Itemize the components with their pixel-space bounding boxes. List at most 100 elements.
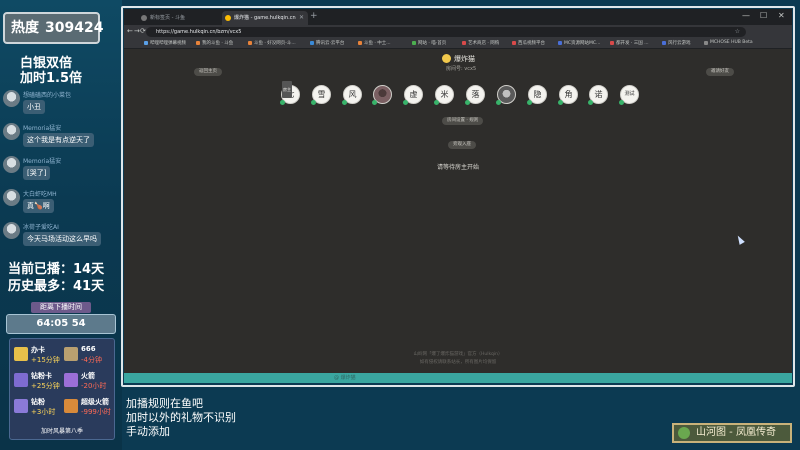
favicon-icon — [141, 15, 147, 21]
invite-friends-button[interactable]: 邀请好友 — [706, 68, 734, 76]
player-seat[interactable]: 隐 — [527, 85, 547, 105]
rules-line-3: 手动添加 — [126, 425, 170, 438]
gift-name: 钻粉 — [31, 398, 45, 406]
forward-icon[interactable]: → — [134, 27, 140, 35]
gift-name: 火箭 — [81, 372, 95, 380]
player-name: 测试 — [624, 91, 635, 97]
super-rocket-icon — [64, 399, 78, 413]
chat-text: 今天马场活动这么早吗 — [23, 232, 101, 246]
bookmark-item[interactable]: 斗鱼 · 中土... — [358, 40, 391, 46]
bookmark-item[interactable]: 斗鱼 · 好没网页-斗... — [248, 40, 296, 46]
mouse-cursor-icon — [735, 234, 745, 245]
online-status-icon — [403, 100, 408, 105]
rocket-icon — [64, 373, 78, 387]
diamond-card-icon — [14, 373, 28, 387]
chat-message: Memoria猛安 这个我是有点逆天了 — [3, 123, 121, 153]
player-seat[interactable]: 风 — [342, 85, 362, 105]
url-input[interactable]: https://game.hulkqin.cn/bzm/vcx5 ☆ — [146, 27, 746, 37]
bookmarks-bar: 哔哩哔哩弹幕视频 我的斗鱼 · 斗鱼 斗鱼 · 好没网页-斗... 腾讯云·云平台 斗鱼… — [124, 39, 792, 49]
gift-item: 钻粉 +3小时 — [14, 397, 64, 419]
cat-logo-icon — [442, 54, 451, 63]
online-status-icon — [619, 100, 624, 105]
bookmark-item[interactable]: MC资源网站MC... — [558, 40, 600, 46]
back-home-button[interactable]: 返回主页 — [194, 68, 222, 76]
player-seat[interactable] — [496, 85, 516, 105]
gift-value: +25分钟 — [31, 382, 60, 390]
player-seat[interactable] — [372, 85, 392, 105]
reload-icon[interactable]: ⟳ — [140, 27, 146, 35]
chat-message: 想磕磕西的小菜包 小丑 — [3, 90, 121, 120]
gift-item: 钻粉卡 +25分钟 — [14, 371, 64, 393]
bookmark-item[interactable]: 风行云游戏 — [662, 40, 691, 46]
music-icon — [678, 427, 690, 439]
player-seat[interactable]: 七房主 — [280, 81, 300, 105]
player-seat[interactable]: 虚 — [403, 85, 423, 105]
gift-value: -20小时 — [81, 382, 107, 390]
player-seat[interactable]: 雪 — [311, 85, 331, 105]
chat-text: 真🍗啊 — [23, 199, 54, 213]
close-tab-icon[interactable]: ✕ — [299, 11, 304, 25]
online-status-icon — [588, 100, 593, 105]
host-badge: 房主 — [282, 81, 292, 98]
footer-line-1: 山岭网「爆了爆炸猫游戏」官方（Hulkqin） — [413, 352, 503, 357]
bookmark-item[interactable]: 网站 · 喵·首页 — [412, 40, 446, 46]
spectate-join-button[interactable]: 旁观入座 — [448, 141, 476, 149]
player-name: 雪 — [317, 90, 326, 99]
back-icon[interactable]: ← — [127, 27, 133, 35]
player-name: 角 — [564, 90, 573, 99]
chat-username: 大白虾吃MH — [23, 191, 57, 198]
bookmark-item[interactable]: MCHOSE HUB Beta — [704, 40, 753, 45]
room-settings-button[interactable]: 房间设置 · 规则 — [442, 117, 484, 125]
player-name: 米 — [440, 90, 449, 99]
browser-window: 新标签页 - 斗鱼 爆炸猫 - game.hulkqin.cn ✕ + — ☐ … — [124, 9, 792, 383]
player-seat[interactable]: 落 — [465, 85, 485, 105]
bookmark-item[interactable]: 都开发 · 三国 ... — [610, 40, 649, 46]
player-name: 隐 — [533, 90, 542, 99]
room-title: 爆炸猫 — [454, 55, 475, 63]
player-seat[interactable]: 米 — [434, 85, 454, 105]
maximize-icon[interactable]: ☐ — [760, 11, 767, 20]
promo-line-2: 加时1.5倍 — [20, 71, 83, 86]
online-status-icon — [342, 100, 347, 105]
player-name: 风 — [348, 90, 357, 99]
now-playing: 山河图 - 凤凰传奇 — [672, 423, 792, 443]
bookmark-item[interactable]: 哔哩哔哩弹幕视频 — [144, 40, 186, 46]
bookmark-item[interactable]: 艺术商店 · 网购 — [462, 40, 499, 46]
stream-overlay-left: 热度 309424 白银双倍 加时1.5倍 想磕磕西的小菜包 小丑 Memoria… — [0, 0, 122, 450]
online-status-icon — [465, 100, 470, 105]
tab-bar: 新标签页 - 斗鱼 爆炸猫 - game.hulkqin.cn ✕ + — ☐ … — [124, 9, 792, 25]
online-status-icon — [527, 100, 532, 105]
bookmark-item[interactable]: 我的斗鱼 · 斗鱼 — [196, 40, 233, 46]
gift-value: +3小时 — [31, 408, 56, 416]
waiting-message: 请等待房主开始 — [436, 164, 479, 171]
tab-inactive[interactable]: 新标签页 - 斗鱼 — [138, 11, 220, 25]
new-tab-button[interactable]: + — [310, 11, 318, 21]
close-window-icon[interactable]: ✕ — [778, 11, 785, 20]
chat-message: Memoria猛安 [哭了] — [3, 156, 121, 186]
diamond-fan-icon — [14, 399, 28, 413]
bookmark-item[interactable]: 腾讯云·云平台 — [310, 40, 344, 46]
chat-text: [哭了] — [23, 166, 51, 180]
gift-name: 办卡 — [31, 346, 45, 354]
gift-card-icon — [14, 347, 28, 361]
chat-text: 这个我是有点逆天了 — [23, 133, 94, 147]
room-id: 房间号: vcx5 — [446, 66, 477, 72]
online-status-icon — [558, 100, 563, 105]
player-seat[interactable]: 角 — [558, 85, 578, 105]
player-name: 落 — [471, 90, 480, 99]
player-name: 诺 — [594, 90, 603, 99]
avatar — [3, 156, 20, 173]
status-bar: @ 爆炸猫 — [124, 373, 792, 383]
player-seat[interactable]: 诺 — [588, 85, 608, 105]
gift-name: 超级火箭 — [81, 398, 109, 406]
gift-value: -4分钟 — [81, 356, 102, 364]
minimize-icon[interactable]: — — [742, 11, 750, 20]
player-seat[interactable]: 测试 — [619, 85, 639, 105]
tab-active[interactable]: 爆炸猫 - game.hulkqin.cn ✕ — [222, 11, 308, 25]
bookmark-star-icon[interactable]: ☆ — [735, 27, 740, 37]
bookmark-item[interactable]: 西瓜视频平台 — [512, 40, 545, 46]
gift-666-icon — [64, 347, 78, 361]
url-text: https://game.hulkqin.cn/bzm/vcx5 — [156, 29, 242, 35]
gift-value: +15分钟 — [31, 356, 60, 364]
online-status-icon — [280, 100, 285, 105]
